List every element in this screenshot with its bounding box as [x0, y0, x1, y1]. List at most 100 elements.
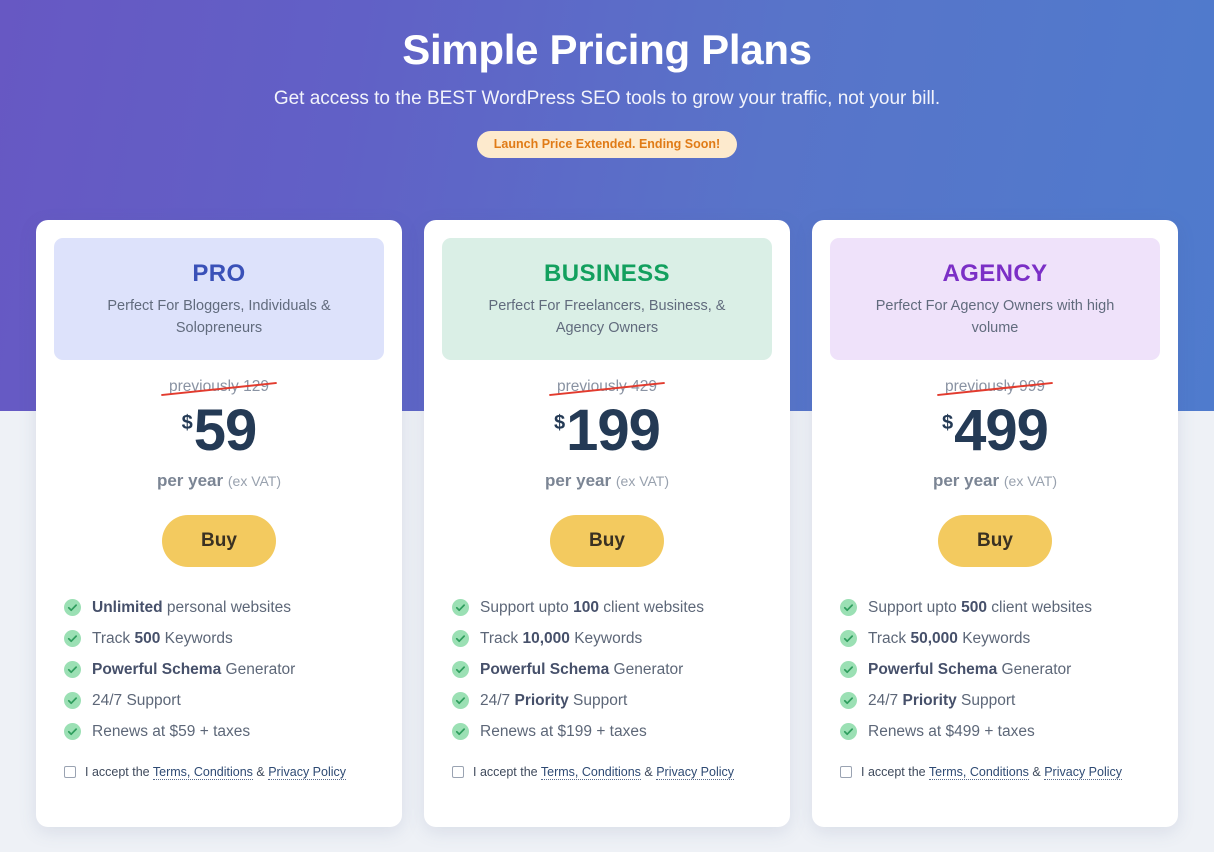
- plan-description: Perfect For Bloggers, Individuals & Solo…: [107, 298, 331, 336]
- currency-symbol: $: [181, 411, 193, 434]
- price-block: previously 129 $59 per year (ex VAT): [54, 360, 384, 491]
- plan-description: Perfect For Agency Owners with high volu…: [875, 298, 1115, 336]
- check-circle-icon: [452, 692, 469, 709]
- feature-item: Track 500 Keywords: [64, 630, 378, 648]
- terms-checkbox-agency[interactable]: [840, 765, 852, 778]
- previous-price: previously 129: [165, 378, 273, 396]
- check-circle-icon: [452, 661, 469, 678]
- terms-conditions-link[interactable]: Terms, Conditions: [540, 764, 641, 780]
- pricing-card-agency: AGENCY Perfect For Agency Owners with hig…: [812, 220, 1178, 827]
- feature-item: Powerful Schema Generator: [452, 661, 766, 679]
- terms-amp: &: [640, 764, 657, 779]
- feature-item: Powerful Schema Generator: [64, 661, 378, 679]
- pricing-card-pro: PRO Perfect For Bloggers, Individuals & S…: [36, 220, 402, 827]
- feature-item: Unlimited personal websites: [64, 599, 378, 617]
- check-circle-icon: [840, 723, 857, 740]
- terms-checkbox-business[interactable]: [452, 765, 464, 778]
- feature-list: Support upto 100 client websites Track 10…: [442, 567, 772, 741]
- feature-item: 24/7 Priority Support: [840, 692, 1154, 710]
- feature-label: Track 50,000 Keywords: [868, 629, 1031, 647]
- feature-label: Powerful Schema Generator: [480, 660, 684, 678]
- terms-text: I accept the Terms, Conditions & Privacy…: [85, 764, 347, 780]
- feature-item: Support upto 500 client websites: [840, 599, 1154, 617]
- feature-label: Track 10,000 Keywords: [480, 629, 643, 647]
- pricing-card-business: BUSINESS Perfect For Freelancers, Busines…: [424, 220, 790, 827]
- buy-button-container: Buy: [54, 491, 384, 567]
- per-year-label: per year: [932, 470, 1000, 490]
- buy-button-agency[interactable]: Buy: [938, 514, 1052, 567]
- vat-note: (ex VAT): [227, 472, 282, 489]
- feature-item: Track 10,000 Keywords: [452, 630, 766, 648]
- terms-text: I accept the Terms, Conditions & Privacy…: [861, 764, 1123, 780]
- feature-label: Support upto 500 client websites: [868, 598, 1093, 616]
- terms-prefix: I accept the: [85, 764, 153, 779]
- currency-symbol: $: [554, 411, 566, 434]
- terms-row: I accept the Terms, Conditions & Privacy…: [442, 754, 772, 780]
- check-circle-icon: [64, 630, 81, 647]
- terms-checkbox-pro[interactable]: [64, 765, 76, 778]
- privacy-policy-link[interactable]: Privacy Policy: [656, 764, 735, 780]
- current-price: $59: [54, 397, 384, 463]
- feature-item: Renews at $199 + taxes: [452, 723, 766, 741]
- check-circle-icon: [452, 723, 469, 740]
- feature-item: Support upto 100 client websites: [452, 599, 766, 617]
- check-circle-icon: [64, 661, 81, 678]
- price-block: previously 429 $199 per year (ex VAT): [442, 360, 772, 491]
- promo-badge-container: Launch Price Extended. Ending Soon!: [0, 131, 1214, 158]
- terms-amp: &: [1028, 764, 1045, 779]
- feature-item: Renews at $59 + taxes: [64, 723, 378, 741]
- terms-prefix: I accept the: [473, 764, 541, 779]
- privacy-policy-link[interactable]: Privacy Policy: [268, 764, 347, 780]
- check-circle-icon: [64, 599, 81, 616]
- buy-button-container: Buy: [830, 491, 1160, 567]
- feature-list: Support upto 500 client websites Track 50…: [830, 567, 1160, 741]
- feature-label: 24/7 Priority Support: [868, 691, 1016, 709]
- price-amount: 59: [193, 397, 258, 463]
- buy-button-business[interactable]: Buy: [550, 514, 664, 567]
- check-circle-icon: [64, 723, 81, 740]
- terms-amp: &: [252, 764, 269, 779]
- feature-label: Powerful Schema Generator: [92, 660, 296, 678]
- feature-list: Unlimited personal websites Track 500 Key…: [54, 567, 384, 741]
- terms-conditions-link[interactable]: Terms, Conditions: [928, 764, 1029, 780]
- promo-badge: Launch Price Extended. Ending Soon!: [476, 131, 738, 158]
- feature-item: Renews at $499 + taxes: [840, 723, 1154, 741]
- check-circle-icon: [840, 692, 857, 709]
- feature-label: Renews at $59 + taxes: [92, 722, 251, 740]
- feature-label: Unlimited personal websites: [92, 598, 291, 616]
- page-subtitle: Get access to the BEST WordPress SEO too…: [273, 88, 941, 109]
- terms-prefix: I accept the: [861, 764, 929, 779]
- feature-item: Track 50,000 Keywords: [840, 630, 1154, 648]
- check-circle-icon: [452, 630, 469, 647]
- plan-header-agency: AGENCY Perfect For Agency Owners with hig…: [830, 238, 1160, 360]
- previous-price: previously 429: [553, 378, 661, 396]
- terms-conditions-link[interactable]: Terms, Conditions: [152, 764, 253, 780]
- check-circle-icon: [840, 599, 857, 616]
- privacy-policy-link[interactable]: Privacy Policy: [1044, 764, 1123, 780]
- check-circle-icon: [840, 630, 857, 647]
- feature-label: Powerful Schema Generator: [868, 660, 1072, 678]
- current-price: $199: [442, 401, 772, 460]
- check-circle-icon: [840, 661, 857, 678]
- plan-header-pro: PRO Perfect For Bloggers, Individuals & S…: [54, 238, 384, 360]
- current-price: $499: [830, 401, 1160, 460]
- per-year-label: per year: [544, 470, 612, 490]
- pricing-page: Simple Pricing Plans Get access to the B…: [0, 0, 1214, 852]
- price-block: previously 999 $499 per year (ex VAT): [830, 360, 1160, 491]
- previous-price: previously 999: [941, 378, 1049, 396]
- page-title: Simple Pricing Plans: [402, 26, 812, 73]
- terms-row: I accept the Terms, Conditions & Privacy…: [54, 754, 384, 780]
- buy-button-pro[interactable]: Buy: [162, 514, 276, 567]
- feature-item: Powerful Schema Generator: [840, 661, 1154, 679]
- check-circle-icon: [64, 692, 81, 709]
- currency-symbol: $: [942, 411, 954, 434]
- plan-name: AGENCY: [942, 260, 1048, 287]
- vat-note: (ex VAT): [1003, 472, 1058, 489]
- plan-description: Perfect For Freelancers, Business, & Age…: [488, 298, 726, 336]
- feature-label: Renews at $199 + taxes: [480, 722, 647, 740]
- pricing-cards-container: PRO Perfect For Bloggers, Individuals & S…: [36, 220, 1178, 827]
- feature-label: Support upto 100 client websites: [480, 598, 705, 616]
- feature-label: Track 500 Keywords: [92, 629, 233, 647]
- buy-button-container: Buy: [442, 491, 772, 567]
- vat-note: (ex VAT): [615, 472, 670, 489]
